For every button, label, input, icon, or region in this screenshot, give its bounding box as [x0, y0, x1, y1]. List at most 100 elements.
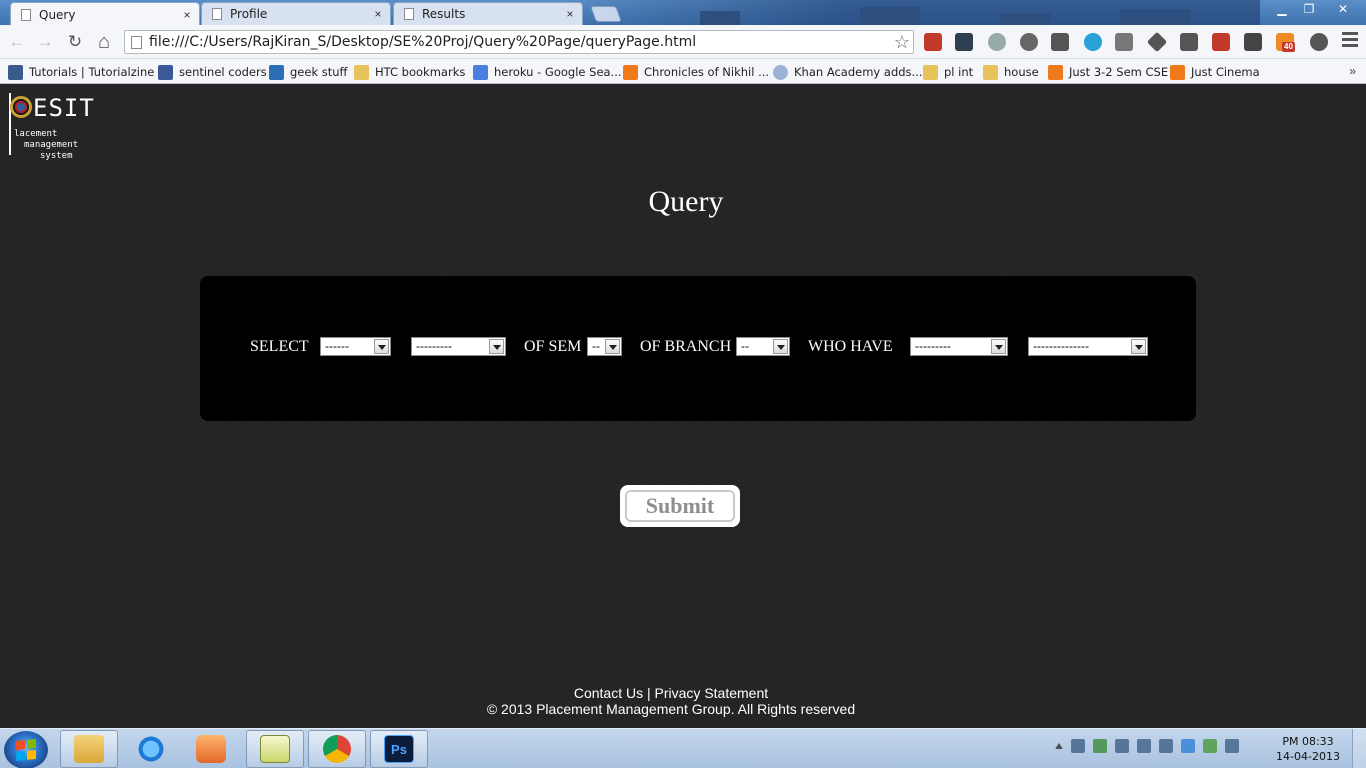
extension-icon[interactable] [1020, 33, 1038, 51]
drive-icon[interactable] [1203, 739, 1217, 753]
security-icon[interactable] [1093, 739, 1107, 753]
taskbar-file-explorer[interactable] [60, 730, 118, 768]
tray-app-icon[interactable] [1071, 739, 1085, 753]
tutorialzine-icon [8, 64, 23, 80]
dropdown-arrow-icon[interactable] [991, 339, 1006, 354]
bookmark-tutorialzine[interactable]: Tutorials | Tutorialzine [8, 62, 154, 82]
bookmark-label: house [1004, 65, 1039, 79]
folder-icon [983, 64, 998, 80]
taskbar-notepad[interactable] [246, 730, 304, 768]
bookmark-label: Khan Academy adds... [794, 65, 923, 79]
address-bar[interactable]: file:///C:/Users/RajKiran_S/Desktop/SE%2… [124, 30, 914, 54]
rss-icon[interactable]: 40 [1276, 33, 1295, 52]
chrome-menu-icon[interactable] [1342, 32, 1358, 50]
value-select[interactable]: -------------- [1028, 337, 1148, 356]
clock[interactable]: PM 08:33 14-04-2013 [1270, 734, 1346, 764]
bookmark-house[interactable]: house [983, 62, 1039, 82]
taskbar-media-player[interactable] [182, 730, 240, 768]
extension-icon[interactable] [988, 33, 1006, 51]
bookmark-htc[interactable]: HTC bookmarks [354, 62, 465, 82]
google-icon [473, 64, 488, 80]
bookmark-just-3-2-sem[interactable]: Just 3-2 Sem CSE [1048, 62, 1168, 82]
extension-icon[interactable] [1084, 33, 1102, 51]
flag-icon[interactable] [1225, 739, 1239, 753]
show-hidden-icons-icon[interactable] [1055, 743, 1063, 749]
footer-separator: | [643, 685, 655, 701]
bookmark-label: Just Cinema [1191, 65, 1260, 79]
bookmark-sentinel-coders[interactable]: sentinel coders [158, 62, 267, 82]
show-desktop-button[interactable] [1352, 729, 1366, 768]
gmail-icon[interactable] [1212, 33, 1230, 51]
bookmark-just-cinema[interactable]: Just Cinema [1170, 62, 1260, 82]
page-icon [212, 8, 222, 20]
forward-button[interactable]: → [34, 31, 56, 53]
clock-time: PM 08:33 [1282, 735, 1334, 748]
home-button[interactable]: ⌂ [93, 31, 115, 53]
new-tab-button[interactable] [590, 6, 622, 22]
extension-icon[interactable] [1115, 33, 1133, 51]
dropdown-arrow-icon[interactable] [773, 339, 788, 354]
extension-icon[interactable] [1051, 33, 1069, 51]
notepad-icon [260, 735, 290, 763]
restore-button[interactable]: ❐ [1295, 0, 1323, 18]
bookmark-star-icon[interactable]: ☆ [891, 32, 913, 53]
privacy-statement-link[interactable]: Privacy Statement [655, 685, 769, 701]
bookmark-label: Chronicles of Nikhil ... [644, 65, 770, 79]
chrome-icon [323, 735, 351, 763]
dropdown-arrow-icon[interactable] [489, 339, 504, 354]
logo-title: ESIT [33, 94, 95, 122]
close-window-button[interactable]: ✕ [1326, 0, 1360, 18]
page-icon [21, 8, 31, 21]
network-icon[interactable] [1137, 739, 1151, 753]
condition-select[interactable]: --------- [910, 337, 1008, 356]
tab-close-icon[interactable]: × [372, 7, 384, 21]
dropbox-icon[interactable] [1181, 739, 1195, 753]
page-title: Query [648, 185, 724, 218]
tab-close-icon[interactable]: × [181, 8, 193, 22]
extension-icon[interactable] [924, 33, 942, 51]
dropdown-arrow-icon[interactable] [374, 339, 389, 354]
taskbar-photoshop[interactable]: Ps [370, 730, 428, 768]
bookmark-label: heroku - Google Sea... [494, 65, 622, 79]
dropdown-arrow-icon[interactable] [605, 339, 620, 354]
tab-close-icon[interactable]: × [564, 7, 576, 21]
volume-icon[interactable] [1115, 739, 1129, 753]
bookmark-chronicles[interactable]: Chronicles of Nikhil ... [623, 62, 769, 82]
bookmark-khan-academy[interactable]: Khan Academy adds... [773, 62, 923, 82]
tab-title: Results [422, 7, 466, 21]
start-button[interactable] [4, 731, 48, 768]
folder-icon [74, 735, 104, 763]
folder-icon [923, 64, 938, 80]
of-branch-label: OF BRANCH [640, 338, 732, 355]
extension-icon[interactable] [955, 33, 973, 51]
branch-select[interactable]: -- [736, 337, 790, 356]
dropdown-arrow-icon[interactable] [1131, 339, 1146, 354]
more-bookmarks-button[interactable]: » [1349, 64, 1356, 78]
bookmark-pl-int[interactable]: pl int [923, 62, 973, 82]
back-button[interactable]: ← [6, 31, 28, 53]
field2-select[interactable]: --------- [411, 337, 506, 356]
minimize-button[interactable]: ▁ [1268, 0, 1296, 18]
extension-icon[interactable] [1244, 33, 1262, 51]
taskbar-internet-explorer[interactable] [122, 730, 180, 768]
select-value: --------- [416, 339, 452, 353]
bookmark-heroku[interactable]: heroku - Google Sea... [473, 62, 622, 82]
bookmark-label: geek stuff [290, 65, 348, 79]
tab-profile[interactable]: Profile × [201, 2, 391, 25]
pocket-icon[interactable] [1180, 33, 1198, 51]
field1-select[interactable]: ------ [320, 337, 391, 356]
taskbar-chrome[interactable] [308, 730, 366, 768]
extension-icon[interactable] [1146, 31, 1168, 53]
bookmark-geek-stuff[interactable]: geek stuff [269, 62, 347, 82]
tab-query[interactable]: Query × [10, 2, 200, 25]
submit-button[interactable]: Submit [620, 485, 740, 527]
usb-icon[interactable] [1159, 739, 1173, 753]
contact-us-link[interactable]: Contact Us [574, 685, 643, 701]
sem-select[interactable]: -- [587, 337, 622, 356]
address-url[interactable]: file:///C:/Users/RajKiran_S/Desktop/SE%2… [149, 34, 891, 50]
reload-button[interactable]: ↻ [64, 31, 86, 53]
tab-results[interactable]: Results × [393, 2, 583, 25]
extension-icon[interactable] [1310, 33, 1328, 51]
browser-tabstrip: Query × Profile × Results × ▁ ❐ ✕ [0, 0, 1366, 25]
blogger-icon [1048, 64, 1063, 80]
